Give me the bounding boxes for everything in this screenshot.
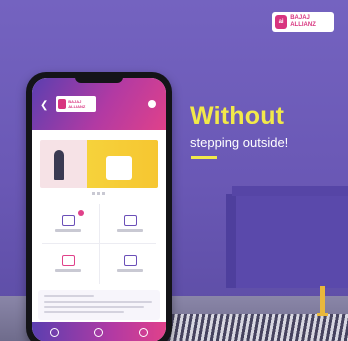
tile-label-placeholder [55,228,81,232]
headline-title: Without [190,102,285,130]
tile-renew[interactable] [102,206,158,240]
tile-label-placeholder [117,228,143,232]
claims-icon [61,254,75,266]
app-logo-name: BAJAJ ALLIANZ [68,99,86,109]
offers-icon [123,254,137,266]
headline-subtitle: stepping outside! [190,135,289,150]
banner-person-illustration [54,150,64,180]
cabinet-foot [317,313,328,316]
home-icon[interactable] [49,327,59,337]
promo-scene: ai BAJAJ ALLIANZ Without stepping outsid… [0,0,348,341]
app-header: ❮ BAJAJ ALLIANZ [32,78,166,130]
renew-icon [123,214,137,226]
back-arrow-icon[interactable]: ❮ [40,100,48,111]
cabinet-top [232,186,348,196]
app-logo-mark [58,99,67,109]
info-card-line [44,311,124,313]
banner-family-illustration [106,156,132,180]
phone-notch [75,75,123,83]
bottom-navigation [32,322,166,341]
phone-screen: ❮ BAJAJ ALLIANZ [32,78,166,341]
notification-badge [78,210,84,216]
profile-icon[interactable] [139,327,149,337]
app-logo: BAJAJ ALLIANZ [56,96,96,112]
carousel-dots [92,192,106,195]
promo-banner[interactable] [40,140,158,188]
tile-label-placeholder [117,268,143,272]
tile-label-placeholder [55,268,81,272]
tile-policies[interactable] [40,206,96,240]
brand-logo-mark: ai [275,15,288,29]
chat-icon[interactable] [94,327,104,337]
tile-offers[interactable] [102,246,158,280]
info-card-line [44,301,152,303]
smartphone: ❮ BAJAJ ALLIANZ [26,72,172,341]
tile-claims[interactable] [40,246,96,280]
brand-logo-name: BAJAJ ALLIANZ [290,15,316,28]
info-card-line [44,295,94,297]
cabinet-leg [320,286,325,316]
menu-icon[interactable] [148,100,156,108]
side-cabinet [226,194,348,288]
brand-logo: ai BAJAJ ALLIANZ [272,12,334,32]
info-card[interactable] [38,290,160,320]
policy-icon [61,214,75,226]
tile-divider-vertical [99,204,100,284]
info-card-line [44,306,144,308]
accent-underline [191,156,217,159]
